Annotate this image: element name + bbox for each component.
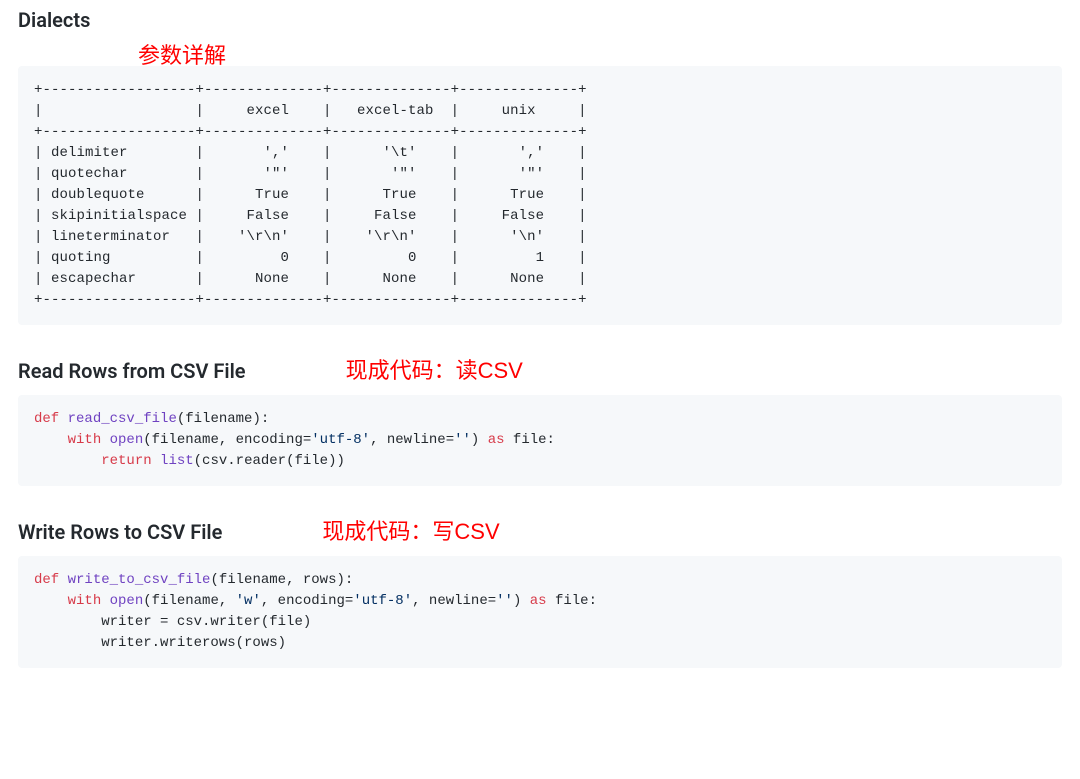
- kw-def: def: [34, 572, 59, 588]
- str-w: 'w': [236, 593, 261, 609]
- fn-write-to-csv-file: write_to_csv_file: [68, 572, 211, 588]
- fn-open: open: [110, 593, 144, 609]
- read-csv-heading-row: Read Rows from CSV File 现成代码：读CSV: [18, 353, 1062, 385]
- sig-rest: (filename):: [177, 411, 269, 427]
- mid2: ): [513, 593, 530, 609]
- read-csv-annotation: 现成代码：读CSV: [346, 353, 523, 385]
- kw-return: return: [101, 453, 151, 469]
- open-args-start: (filename,: [143, 593, 235, 609]
- read-csv-heading: Read Rows from CSV File: [18, 359, 246, 383]
- line3: writer = csv.writer(file): [34, 614, 311, 630]
- line4: writer.writerows(rows): [34, 635, 286, 651]
- dialects-annotation: 参数详解: [138, 38, 1062, 70]
- write-csv-code-block: def write_to_csv_file(filename, rows): w…: [18, 556, 1062, 668]
- write-csv-annotation: 现成代码：写CSV: [322, 514, 499, 546]
- ret-rest: (csv.reader(file)): [194, 453, 345, 469]
- kw-with: with: [68, 593, 102, 609]
- dialects-table-block: +------------------+--------------+-----…: [18, 66, 1062, 325]
- str-utf8: 'utf-8': [311, 432, 370, 448]
- str-utf8: 'utf-8': [353, 593, 412, 609]
- mid1: , newline=: [370, 432, 454, 448]
- mid3: file:: [505, 432, 555, 448]
- sig-rest: (filename, rows):: [210, 572, 353, 588]
- kw-as: as: [488, 432, 505, 448]
- mid1: , newline=: [412, 593, 496, 609]
- dialects-heading: Dialects: [18, 8, 90, 32]
- fn-open: open: [110, 432, 144, 448]
- read-csv-code-block: def read_csv_file(filename): with open(f…: [18, 395, 1062, 486]
- kw-as: as: [530, 593, 547, 609]
- kw-with: with: [68, 432, 102, 448]
- fn-read-csv-file: read_csv_file: [68, 411, 177, 427]
- dialects-heading-row: Dialects: [18, 8, 1062, 32]
- str-empty: '': [496, 593, 513, 609]
- str-empty: '': [454, 432, 471, 448]
- mid3: file:: [547, 593, 597, 609]
- kw-def: def: [34, 411, 59, 427]
- mid2: ): [471, 432, 488, 448]
- mid0: , encoding=: [261, 593, 353, 609]
- fn-list: list: [160, 453, 194, 469]
- write-csv-heading-row: Write Rows to CSV File 现成代码：写CSV: [18, 514, 1062, 546]
- open-args-start: (filename, encoding=: [143, 432, 311, 448]
- write-csv-heading: Write Rows to CSV File: [18, 520, 222, 544]
